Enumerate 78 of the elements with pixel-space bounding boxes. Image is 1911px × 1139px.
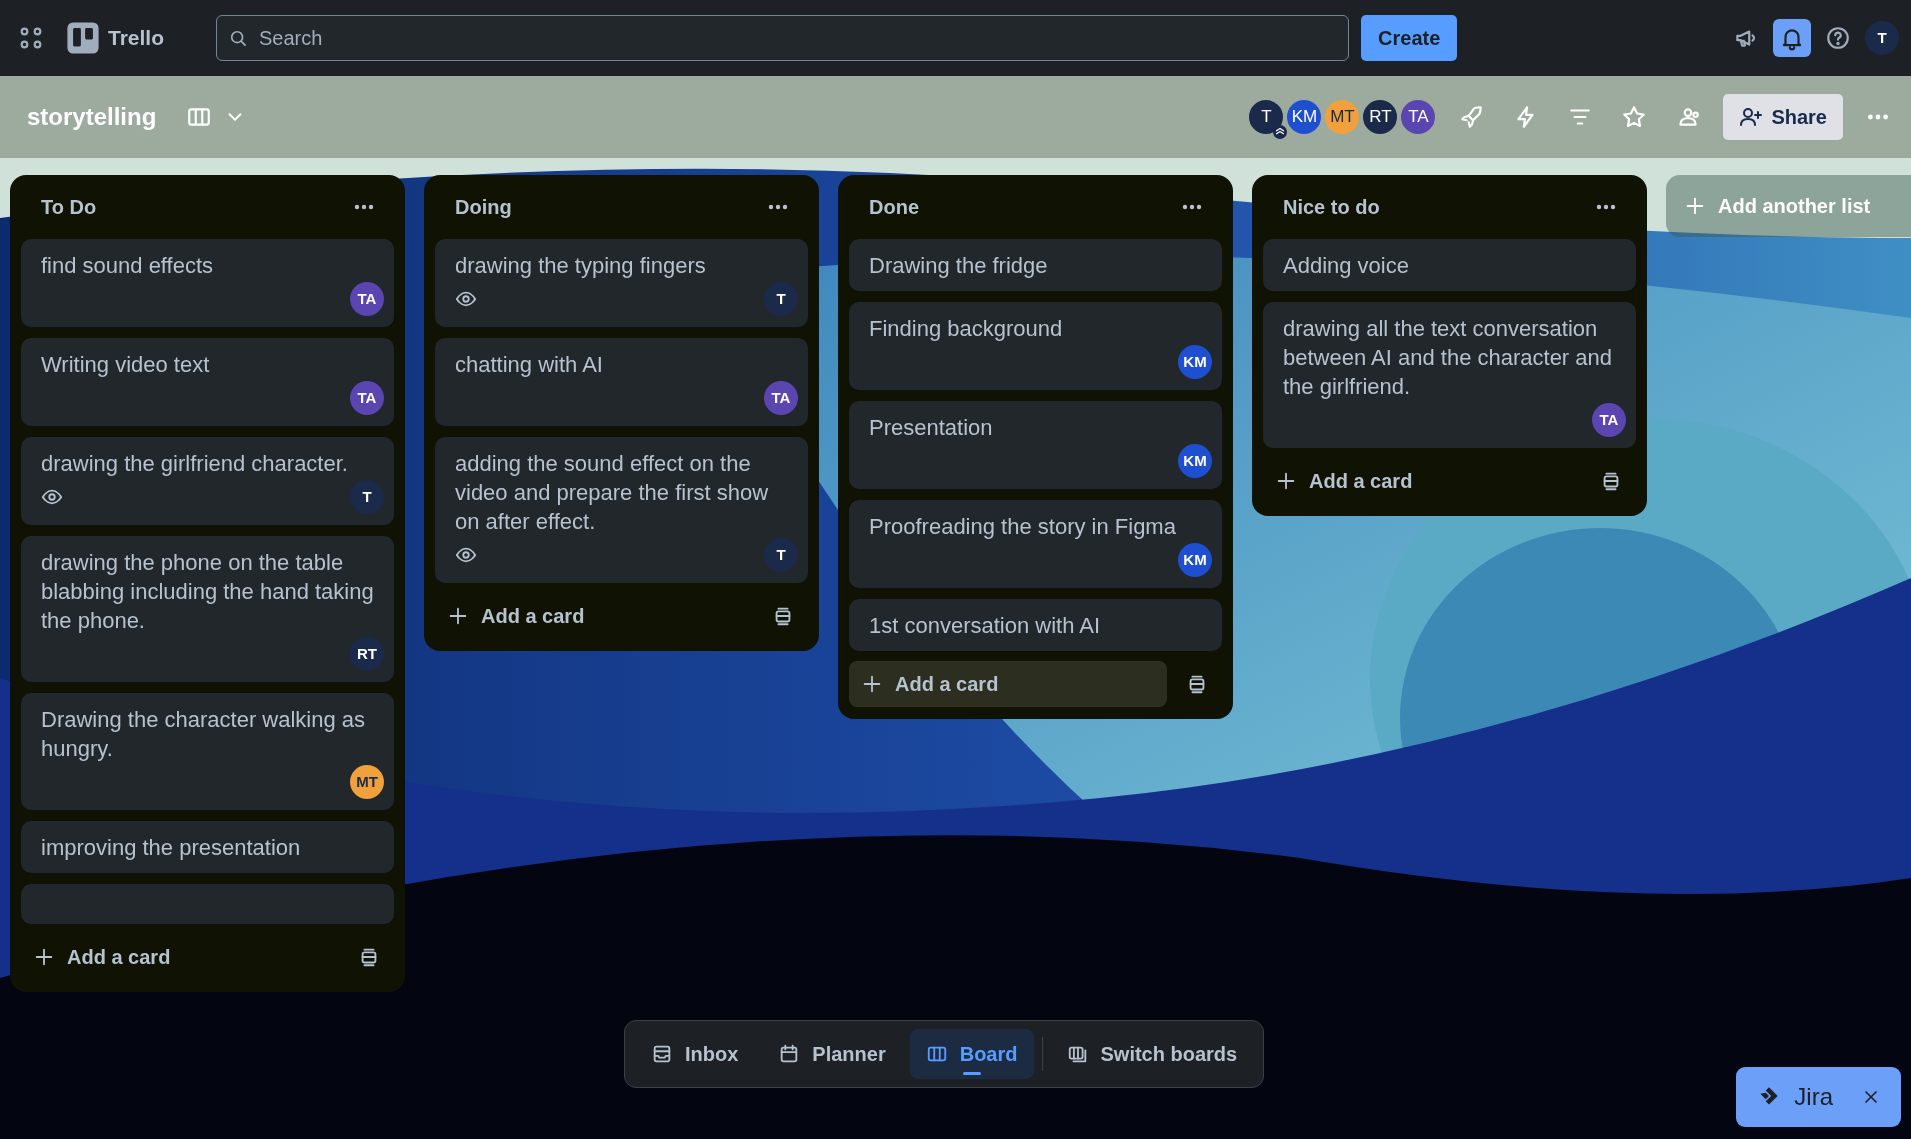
jira-widget[interactable]: Jira	[1736, 1067, 1901, 1127]
nav-tab[interactable]: Switch boards	[1050, 1029, 1254, 1079]
card-title: Drawing the fridge	[869, 252, 1049, 280]
member-avatar[interactable]: T	[764, 282, 798, 316]
task-card[interactable]: adding the sound effect on the video and prepare the first show on after effect. T	[435, 437, 808, 583]
nav-tab[interactable]: Board	[909, 1029, 1034, 1079]
add-card-button[interactable]: Add a card	[435, 593, 597, 639]
card-title: Drawing the character walking as hungry.	[41, 706, 367, 763]
card-title: Proofreading the story in Figma	[869, 513, 1177, 541]
task-card[interactable]: Drawing the character walking as hungry. MT	[21, 693, 394, 810]
member-avatar[interactable]: TA	[1592, 403, 1626, 437]
task-card[interactable]: drawing the typing fingers T	[435, 239, 808, 327]
plus-icon	[33, 946, 55, 968]
add-card-button[interactable]: Add a card	[21, 934, 183, 980]
plus-icon	[861, 673, 883, 695]
task-card[interactable]: drawing the girlfriend character. T	[21, 437, 394, 525]
member-avatar[interactable]: KM	[1285, 98, 1324, 136]
share-button[interactable]: Share	[1723, 94, 1843, 140]
jira-label: Jira	[1794, 1082, 1833, 1112]
task-card[interactable]: find sound effects TA	[21, 239, 394, 327]
member-avatar[interactable]: MT	[1323, 98, 1362, 136]
member-avatar[interactable]: T	[764, 538, 798, 572]
card-title: find sound effects	[41, 252, 215, 280]
list-title[interactable]: Done	[869, 192, 919, 222]
task-card[interactable]: chatting with AI TA	[435, 338, 808, 426]
plus-icon	[1275, 470, 1297, 492]
card-title: drawing the phone on the table blabbing including the hand taking the phone.	[41, 549, 374, 635]
member-avatar[interactable]: T	[1247, 98, 1286, 136]
member-avatar[interactable]: TA	[764, 381, 798, 415]
card-title: improving the presentation	[41, 834, 302, 862]
task-card[interactable]: Drawing the fridge	[849, 239, 1222, 291]
member-avatar[interactable]: KM	[1178, 345, 1212, 379]
task-card[interactable]: Adding voice	[1263, 239, 1636, 291]
task-card[interactable]: 1st conversation with AI	[849, 599, 1222, 651]
trello-logo-icon[interactable]	[66, 21, 100, 55]
add-person-icon	[1739, 105, 1764, 129]
add-card-button[interactable]: Add a card	[1263, 458, 1425, 504]
user-avatar[interactable]: T	[1865, 21, 1899, 55]
task-card[interactable]: Proofreading the story in Figma KM	[849, 500, 1222, 588]
member-avatar[interactable]: RT	[350, 637, 384, 671]
nav-tab[interactable]: Inbox	[635, 1029, 755, 1079]
member-avatar[interactable]: KM	[1178, 543, 1212, 577]
card-title: drawing all the text conversation between AI and the character and the girlfriend.	[1283, 315, 1613, 401]
member-avatar[interactable]: MT	[350, 765, 384, 799]
plus-icon	[1684, 195, 1706, 217]
task-card[interactable]: drawing all the text conversation between AI and the character and the girlfriend. TA	[1263, 302, 1636, 448]
task-card[interactable]: Finding background KM	[849, 302, 1222, 390]
card-title: Finding background	[869, 315, 1064, 343]
task-card[interactable]: Writing video text TA	[21, 338, 394, 426]
card-title: drawing the typing fingers	[455, 252, 707, 280]
member-avatar[interactable]: TA	[350, 381, 384, 415]
member-avatar[interactable]: T	[350, 480, 384, 514]
bell-icon[interactable]	[1773, 19, 1811, 57]
search-field[interactable]: Search	[216, 15, 1350, 61]
search-icon	[228, 28, 249, 48]
card-title: Writing video text	[41, 351, 211, 379]
member-avatar[interactable]: TA	[350, 282, 384, 316]
task-card[interactable]: improving the presentation	[21, 821, 394, 873]
nav-tab[interactable]: Planner	[762, 1029, 902, 1079]
create-button[interactable]: Create	[1361, 15, 1458, 61]
member-avatar[interactable]: TA	[1399, 98, 1438, 136]
list-title[interactable]: To Do	[41, 192, 97, 222]
task-card[interactable]: drawing the phone on the table blabbing including the hand taking the phone. RT	[21, 536, 394, 682]
inbox-icon	[651, 1043, 673, 1065]
list-title[interactable]: Doing	[455, 192, 512, 222]
add-card-button[interactable]: Add a card	[849, 661, 1167, 707]
list-title[interactable]: Nice to do	[1283, 192, 1380, 222]
card-title: Adding voice	[1283, 252, 1410, 280]
card-title: drawing the girlfriend character.	[41, 450, 349, 478]
app-name: Trello	[108, 25, 165, 52]
member-avatar[interactable]: RT	[1361, 98, 1400, 136]
member-avatar[interactable]: KM	[1178, 444, 1212, 478]
plus-icon	[447, 605, 469, 627]
task-card[interactable]: Presentation KM	[849, 401, 1222, 489]
card-title: Presentation	[869, 414, 994, 442]
card-title: 1st conversation with AI	[869, 612, 1102, 640]
card-title: chatting with AI	[455, 351, 604, 379]
card-title: adding the sound effect on the video and prepare the first show on after effect.	[455, 450, 770, 536]
